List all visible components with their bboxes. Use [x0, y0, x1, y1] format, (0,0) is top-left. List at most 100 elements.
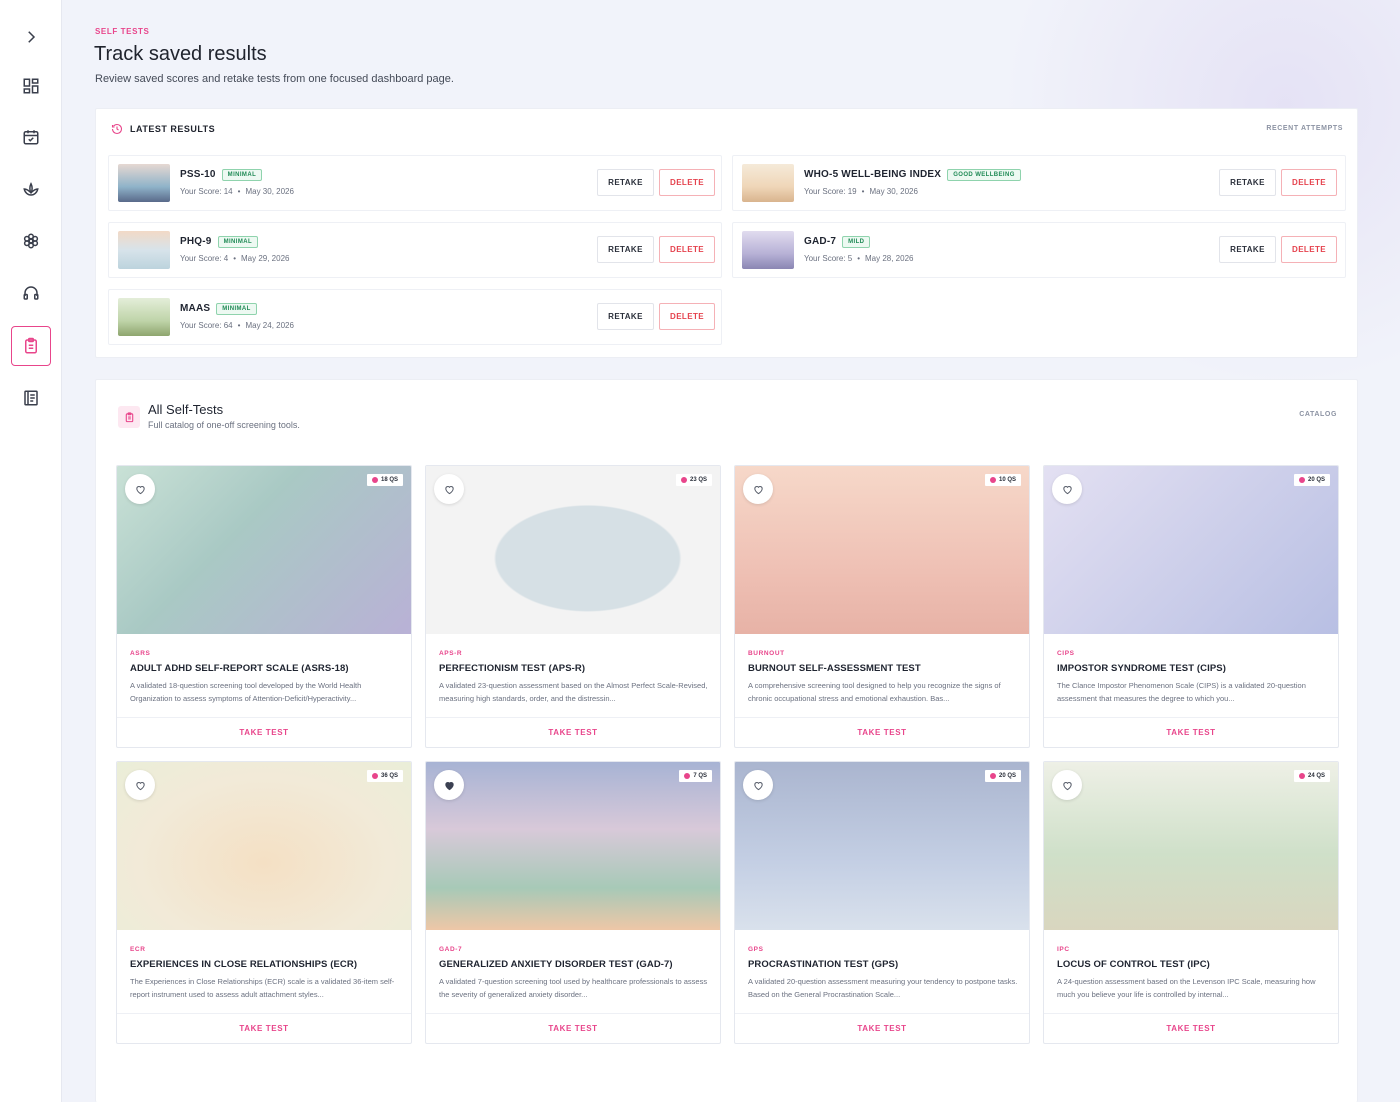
take-test-button[interactable]: TAKE TEST	[117, 1024, 411, 1033]
test-illustration	[1044, 466, 1338, 634]
delete-button[interactable]: DELETE	[1281, 169, 1337, 196]
test-card[interactable]: 20 QS GPS PROCRASTINATION TEST (GPS) A v…	[734, 761, 1030, 1044]
sidebar	[0, 0, 62, 1102]
take-test-button[interactable]: TAKE TEST	[735, 728, 1029, 737]
take-test-button[interactable]: TAKE TEST	[426, 728, 720, 737]
delete-button[interactable]: DELETE	[659, 169, 715, 196]
retake-button[interactable]: RETAKE	[597, 303, 654, 330]
result-card: GAD-7 MILD Your Score: 5 • May 28, 2026 RET…	[732, 222, 1346, 278]
favorite-button[interactable]	[434, 770, 464, 800]
result-thumbnail	[742, 164, 794, 202]
test-illustration	[735, 762, 1029, 930]
heart-icon	[1062, 781, 1072, 790]
heart-icon	[135, 781, 145, 790]
retake-button[interactable]: RETAKE	[597, 236, 654, 263]
result-thumbnail	[118, 164, 170, 202]
test-card-footer: TAKE TEST	[735, 1013, 1029, 1043]
test-code: IPC	[1057, 946, 1070, 953]
test-card[interactable]: 24 QS IPC LOCUS OF CONTROL TEST (IPC) A …	[1043, 761, 1339, 1044]
test-code: BURNOUT	[748, 650, 785, 657]
favorite-button[interactable]	[434, 474, 464, 504]
test-illustration	[735, 466, 1029, 634]
sidebar-item-dashboard[interactable]	[11, 66, 51, 106]
test-name: GENERALIZED ANXIETY DISORDER TEST (GAD-7…	[439, 959, 673, 970]
catalog-badge	[118, 406, 140, 428]
history-icon	[111, 123, 123, 135]
favorite-button[interactable]	[743, 474, 773, 504]
sidebar-item-audio[interactable]	[11, 273, 51, 313]
heart-icon	[444, 485, 454, 494]
heart-icon	[1062, 485, 1072, 494]
sidebar-item-journal[interactable]	[11, 378, 51, 418]
test-description: A validated 23-question assessment based…	[439, 681, 708, 703]
test-description: A 24-question assessment based on the Le…	[1057, 977, 1316, 999]
result-thumbnail	[118, 231, 170, 269]
take-test-button[interactable]: TAKE TEST	[1044, 728, 1338, 737]
result-name: PHQ-9 MINIMAL	[180, 236, 259, 248]
catalog-subtitle: Full catalog of one-off screening tools.	[148, 420, 300, 430]
result-badge: MILD	[842, 236, 871, 248]
result-badge: MINIMAL	[216, 303, 257, 315]
expand-sidebar-button[interactable]	[11, 17, 51, 57]
result-meta: Your Score: 5 • May 28, 2026	[804, 254, 914, 263]
question-count-badge: 20 QS	[1293, 474, 1330, 486]
retake-button[interactable]: RETAKE	[597, 169, 654, 196]
question-count-badge: 7 QS	[679, 770, 712, 782]
sidebar-item-meditation[interactable]	[11, 169, 51, 209]
test-description: The Experiences in Close Relationships (…	[130, 977, 395, 999]
catalog-title: All Self-Tests	[148, 402, 224, 417]
result-meta: Your Score: 4 • May 29, 2026	[180, 254, 290, 263]
retake-button[interactable]: RETAKE	[1219, 169, 1276, 196]
test-card[interactable]: 20 QS CIPS IMPOSTOR SYNDROME TEST (CIPS)…	[1043, 465, 1339, 748]
catalog-link[interactable]: CATALOG	[1299, 411, 1337, 418]
heart-icon	[753, 781, 763, 790]
test-name: LOCUS OF CONTROL TEST (IPC)	[1057, 959, 1210, 970]
chevron-right-icon	[28, 31, 36, 43]
take-test-button[interactable]: TAKE TEST	[426, 1024, 720, 1033]
lotus-icon	[23, 182, 39, 196]
latest-results-title: LATEST RESULTS	[130, 124, 216, 134]
test-code: GAD-7	[439, 946, 463, 953]
question-count-badge: 20 QS	[984, 770, 1021, 782]
retake-button[interactable]: RETAKE	[1219, 236, 1276, 263]
question-count-badge: 10 QS	[984, 474, 1021, 486]
take-test-button[interactable]: TAKE TEST	[735, 1024, 1029, 1033]
result-card: PSS-10 MINIMAL Your Score: 14 • May 30, 202…	[108, 155, 722, 211]
test-card[interactable]: 36 QS ECR EXPERIENCES IN CLOSE RELATIONS…	[116, 761, 412, 1044]
test-code: CIPS	[1057, 650, 1075, 657]
sidebar-item-wellness[interactable]	[11, 221, 51, 261]
delete-button[interactable]: DELETE	[659, 236, 715, 263]
test-card-footer: TAKE TEST	[426, 1013, 720, 1043]
sidebar-item-calendar[interactable]	[11, 117, 51, 157]
favorite-button[interactable]	[743, 770, 773, 800]
test-card[interactable]: 7 QS GAD-7 GENERALIZED ANXIETY DISORDER …	[425, 761, 721, 1044]
calendar-check-icon	[23, 130, 39, 145]
test-name: ADULT ADHD SELF-REPORT SCALE (ASRS-18)	[130, 663, 349, 674]
test-card-footer: TAKE TEST	[735, 717, 1029, 747]
test-card[interactable]: 18 QS ASRS ADULT ADHD SELF-REPORT SCALE …	[116, 465, 412, 748]
take-test-button[interactable]: TAKE TEST	[1044, 1024, 1338, 1033]
test-card[interactable]: 10 QS BURNOUT BURNOUT SELF-ASSESSMENT TE…	[734, 465, 1030, 748]
delete-button[interactable]: DELETE	[1281, 236, 1337, 263]
favorite-button[interactable]	[1052, 770, 1082, 800]
result-meta: Your Score: 14 • May 30, 2026	[180, 187, 294, 196]
favorite-button[interactable]	[125, 474, 155, 504]
test-card[interactable]: 23 QS APS-R PERFECTIONISM TEST (APS-R) A…	[425, 465, 721, 748]
test-description: The Clance Impostor Phenomenon Scale (CI…	[1057, 681, 1306, 703]
flower-icon	[23, 233, 39, 249]
result-card: MAAS MINIMAL Your Score: 64 • May 24, 2026 …	[108, 289, 722, 345]
favorite-button[interactable]	[125, 770, 155, 800]
take-test-button[interactable]: TAKE TEST	[117, 728, 411, 737]
result-badge: MINIMAL	[221, 169, 263, 181]
heart-filled-icon	[444, 781, 454, 790]
sidebar-item-self-tests[interactable]	[11, 326, 51, 366]
recent-attempts-link[interactable]: RECENT ATTEMPTS	[1266, 125, 1343, 132]
test-name: PERFECTIONISM TEST (APS-R)	[439, 663, 586, 674]
test-code: ECR	[130, 946, 146, 953]
test-description: A validated 7-question screening tool us…	[439, 977, 708, 999]
favorite-button[interactable]	[1052, 474, 1082, 504]
test-name: EXPERIENCES IN CLOSE RELATIONSHIPS (ECR)	[130, 959, 358, 970]
delete-button[interactable]: DELETE	[659, 303, 715, 330]
test-card-footer: TAKE TEST	[426, 717, 720, 747]
result-badge: MINIMAL	[217, 236, 259, 248]
